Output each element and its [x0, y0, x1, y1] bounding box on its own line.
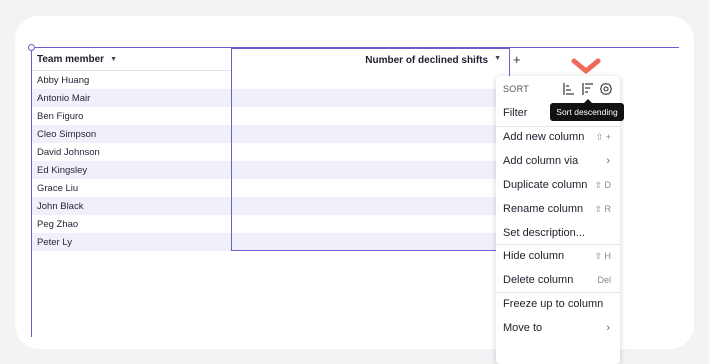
- menu-item-label: Add new column: [503, 131, 585, 143]
- menu-item-shortcut: Del: [597, 275, 611, 285]
- menu-item-label: Freeze up to column: [503, 298, 604, 310]
- menu-item-shortcut: ⇧ H: [594, 250, 611, 261]
- menu-divider: [496, 292, 620, 293]
- table-row[interactable]: Abby Huang: [32, 71, 231, 89]
- menu-item-label: Rename column: [503, 203, 584, 215]
- column-header-team-member[interactable]: Team member ▼: [32, 48, 232, 71]
- menu-item-label: Move to: [503, 322, 543, 334]
- chevron-right-icon: ›: [606, 155, 610, 167]
- menu-item-delete-column[interactable]: Delete column Del: [496, 270, 620, 290]
- table-row[interactable]: Peter Ly: [32, 233, 231, 251]
- column-header-label: Number of declined shifts: [365, 55, 489, 66]
- menu-item-hide-column[interactable]: Hide column ⇧ H: [496, 246, 620, 266]
- menu-item-add-column-via[interactable]: Add column via ›: [496, 151, 620, 171]
- menu-item-duplicate-column[interactable]: Duplicate column ⇧ D: [496, 175, 620, 195]
- menu-item-rename-column[interactable]: Rename column ⇧ R: [496, 199, 620, 219]
- chevron-right-icon: ›: [606, 322, 610, 334]
- column-header-declined-shifts[interactable]: Number of declined shifts ▼: [231, 48, 510, 251]
- menu-item-shortcut: ⇧ D: [594, 179, 611, 190]
- table-row[interactable]: Antonio Mair: [32, 89, 231, 107]
- table-row[interactable]: Cleo Simpson: [32, 125, 231, 143]
- menu-item-label: Delete column: [503, 274, 574, 286]
- menu-item-label: Hide column: [503, 250, 565, 262]
- column-header-label: Team member: [37, 53, 105, 65]
- menu-item-label: Filter: [503, 107, 528, 119]
- chevron-down-icon: [571, 58, 601, 74]
- add-column-button[interactable]: +: [513, 52, 521, 67]
- table-row[interactable]: John Black: [32, 197, 231, 215]
- sort-ascending-icon[interactable]: [562, 82, 576, 96]
- table-row[interactable]: Grace Liu: [32, 179, 231, 197]
- menu-item-label: Duplicate column: [503, 179, 588, 191]
- table-row[interactable]: Ed Kingsley: [32, 161, 231, 179]
- sort-descending-icon[interactable]: [581, 82, 595, 96]
- gear-icon[interactable]: [599, 82, 613, 96]
- menu-item-set-description[interactable]: Set description...: [496, 223, 620, 243]
- menu-item-freeze-up-to-column[interactable]: Freeze up to column: [496, 294, 620, 314]
- menu-item-shortcut: ⇧ +: [595, 131, 611, 142]
- sort-descending-tooltip: Sort descending: [550, 99, 624, 121]
- menu-divider: [496, 244, 620, 245]
- menu-item-label: Add column via: [503, 155, 579, 167]
- table-row[interactable]: Peg Zhao: [32, 215, 231, 233]
- menu-item-add-new-column[interactable]: Add new column ⇧ +: [496, 127, 620, 147]
- menu-item-shortcut: ⇧ R: [594, 203, 611, 214]
- caret-down-icon[interactable]: ▼: [110, 56, 117, 63]
- sort-label: SORT: [503, 84, 530, 94]
- menu-item-label: Set description...: [503, 227, 585, 239]
- caret-down-icon[interactable]: ▼: [494, 55, 501, 62]
- table-row[interactable]: David Johnson: [32, 143, 231, 161]
- table-row[interactable]: Ben Figuro: [32, 107, 231, 125]
- menu-item-move-to[interactable]: Move to ›: [496, 318, 620, 338]
